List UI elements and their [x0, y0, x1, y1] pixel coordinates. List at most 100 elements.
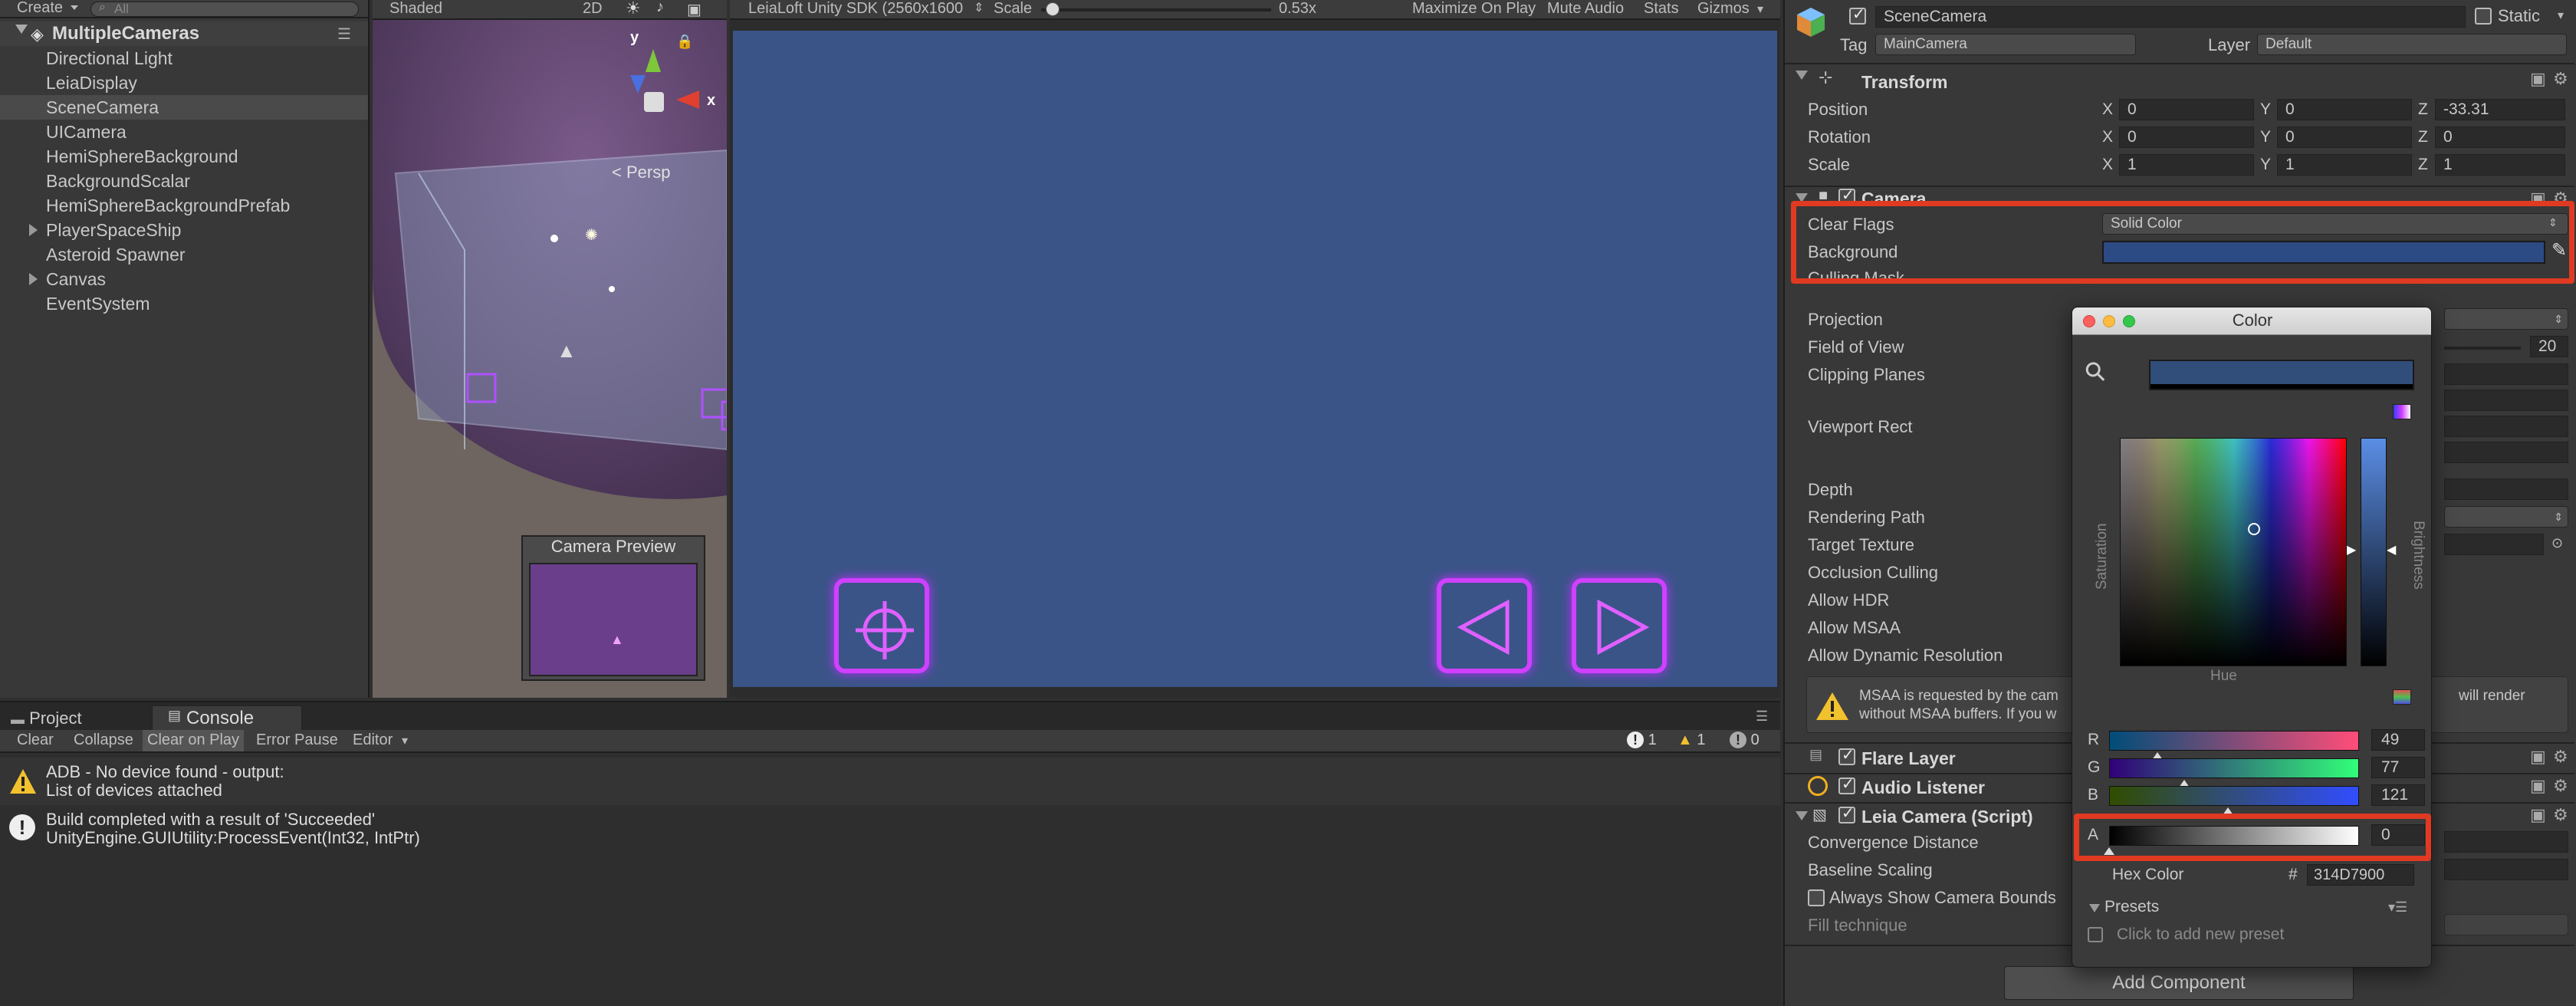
expand-arrow-icon[interactable]	[29, 224, 38, 236]
g-slider[interactable]	[2109, 758, 2359, 778]
hue-saturation-field[interactable]	[2120, 438, 2347, 666]
rotation-x-field[interactable]: 0	[2119, 127, 2254, 148]
object-picker-icon[interactable]: ⊙	[2551, 535, 2563, 551]
clipping-far-field[interactable]	[2444, 390, 2568, 411]
gear-icon[interactable]: ⚙	[2553, 747, 2568, 767]
leia-camera-title[interactable]: Leia Camera (Script)	[1861, 807, 2033, 827]
gizmo-x-arrow[interactable]	[676, 90, 699, 109]
hierarchy-item[interactable]: HemiSphereBackgroundPrefab	[0, 193, 368, 218]
help-icon[interactable]: ▣	[2530, 69, 2546, 89]
hierarchy-item[interactable]: EventSystem	[0, 291, 368, 316]
audio-icon[interactable]: ♪	[656, 0, 664, 16]
clear-on-play-toggle[interactable]: Clear on Play	[143, 730, 245, 751]
help-icon[interactable]: ▣	[2530, 805, 2546, 825]
gizmo-center[interactable]	[644, 92, 664, 112]
always-show-bounds-checkbox[interactable]	[1808, 889, 1825, 906]
error-count-toggle[interactable]: ! 1	[1627, 731, 1657, 749]
position-x-field[interactable]: 0	[2119, 99, 2254, 120]
scene-gizmo[interactable]: y x	[600, 29, 715, 144]
add-component-button[interactable]: Add Component	[2004, 966, 2354, 1000]
expand-arrow-icon[interactable]	[15, 25, 28, 34]
gizmos-dropdown[interactable]: Gizmos	[1697, 0, 1750, 18]
image-effects-icon[interactable]: ▣	[687, 0, 702, 19]
target-button[interactable]	[834, 578, 929, 673]
help-icon[interactable]: ▣	[2530, 747, 2546, 767]
fill-technique-dropdown[interactable]	[2444, 914, 2568, 935]
color-selection-marker[interactable]	[2248, 523, 2260, 535]
transform-foldout-icon[interactable]	[1796, 71, 1808, 80]
brightness-slider[interactable]	[2361, 438, 2387, 666]
create-button[interactable]: Create	[17, 0, 63, 17]
axis-label[interactable]: Z	[2418, 128, 2428, 146]
gizmo-y-arrow[interactable]	[646, 49, 661, 72]
audio-listener-checkbox[interactable]: ✓	[1838, 776, 1855, 794]
axis-label[interactable]: Z	[2418, 156, 2428, 174]
2d-toggle[interactable]: 2D	[583, 0, 603, 18]
color-mode-icon[interactable]	[2393, 404, 2411, 419]
mute-audio-toggle[interactable]: Mute Audio	[1547, 0, 1624, 18]
tag-dropdown[interactable]: MainCamera	[1875, 34, 2136, 55]
position-z-field[interactable]: -33.31	[2435, 99, 2565, 120]
g-value-field[interactable]: 77	[2371, 757, 2425, 778]
hierarchy-item[interactable]: Canvas	[0, 267, 368, 291]
add-preset-label[interactable]: Click to add new preset	[2117, 925, 2284, 944]
editor-dropdown[interactable]: Editor	[353, 731, 393, 749]
resolution-dropdown[interactable]: LeiaLoft Unity SDK (2560x1600	[748, 0, 963, 18]
warning-count-toggle[interactable]: ▲ 1	[1677, 731, 1705, 749]
help-icon[interactable]: ▣	[2530, 776, 2546, 796]
hierarchy-item[interactable]: LeiaDisplay	[0, 71, 368, 95]
expand-arrow-icon[interactable]	[29, 273, 38, 285]
rendering-path-dropdown[interactable]: ⇕	[2444, 506, 2568, 528]
depth-field[interactable]	[2444, 478, 2568, 500]
persp-label[interactable]: < Persp	[612, 163, 670, 182]
scale-y-field[interactable]: 1	[2277, 154, 2412, 176]
scene-menu-icon[interactable]: ☰	[337, 25, 351, 44]
hierarchy-item[interactable]: SceneCamera	[0, 95, 368, 120]
scale-slider-thumb[interactable]	[1046, 2, 1060, 16]
viewport-field[interactable]	[2444, 442, 2568, 463]
hierarchy-item[interactable]: Directional Light	[0, 46, 368, 71]
lighting-icon[interactable]: ☀	[626, 0, 641, 18]
console-entry[interactable]: ADB - No device found - output: List of …	[0, 758, 1780, 805]
gear-icon[interactable]: ⚙	[2553, 776, 2568, 796]
eyedropper-icon[interactable]: ⚲	[2078, 354, 2114, 390]
console-tab[interactable]: ▤ Console	[152, 705, 302, 730]
axis-label[interactable]: X	[2102, 128, 2113, 146]
collapse-button[interactable]: Collapse	[74, 731, 133, 749]
convergence-field[interactable]	[2444, 831, 2568, 853]
console-entry[interactable]: ! Build completed with a result of 'Succ…	[0, 805, 1780, 853]
viewport-field[interactable]	[2444, 416, 2568, 437]
error-pause-toggle[interactable]: Error Pause	[256, 731, 338, 749]
flare-layer-checkbox[interactable]: ✓	[1838, 747, 1855, 765]
shading-dropdown[interactable]: Shaded	[389, 0, 442, 18]
active-checkbox[interactable]: ✓	[1849, 6, 1866, 25]
console-menu-icon[interactable]: ☰	[1756, 708, 1768, 725]
axis-label[interactable]: X	[2102, 156, 2113, 174]
leia-camera-checkbox[interactable]: ✓	[1838, 805, 1855, 824]
object-name-field[interactable]: SceneCamera	[1875, 6, 2466, 28]
maximize-on-play-toggle[interactable]: Maximize On Play	[1412, 0, 1536, 18]
game-canvas[interactable]	[733, 31, 1777, 687]
presets-foldout-icon[interactable]	[2089, 904, 2100, 912]
hierarchy-item[interactable]: BackgroundScalar	[0, 169, 368, 193]
slider-mode-icon[interactable]	[2393, 689, 2411, 705]
lock-icon[interactable]: 🔒	[676, 34, 693, 50]
target-texture-field[interactable]	[2444, 534, 2544, 555]
axis-label[interactable]: Y	[2260, 156, 2271, 174]
projection-dropdown[interactable]: ⇕	[2444, 308, 2568, 330]
hierarchy-item[interactable]: Asteroid Spawner	[0, 242, 368, 267]
hierarchy-item[interactable]: UICamera	[0, 120, 368, 144]
axis-label[interactable]: Z	[2418, 100, 2428, 119]
layer-dropdown[interactable]: Default	[2257, 34, 2567, 55]
log-count-toggle[interactable]: ! 0	[1730, 731, 1760, 749]
presets-label[interactable]: Presets	[2104, 898, 2159, 916]
gizmo-z-arrow[interactable]	[630, 75, 646, 94]
gear-icon[interactable]: ⚙	[2553, 69, 2568, 89]
static-checkbox[interactable]	[2475, 8, 2492, 25]
axis-label[interactable]: Y	[2260, 128, 2271, 146]
hierarchy-item[interactable]: HemiSphereBackground	[0, 144, 368, 169]
fov-slider[interactable]	[2444, 347, 2521, 350]
project-tab[interactable]: ▬ Project	[11, 708, 82, 728]
leia-camera-foldout-icon[interactable]	[1796, 811, 1808, 820]
r-value-field[interactable]: 49	[2371, 729, 2425, 751]
